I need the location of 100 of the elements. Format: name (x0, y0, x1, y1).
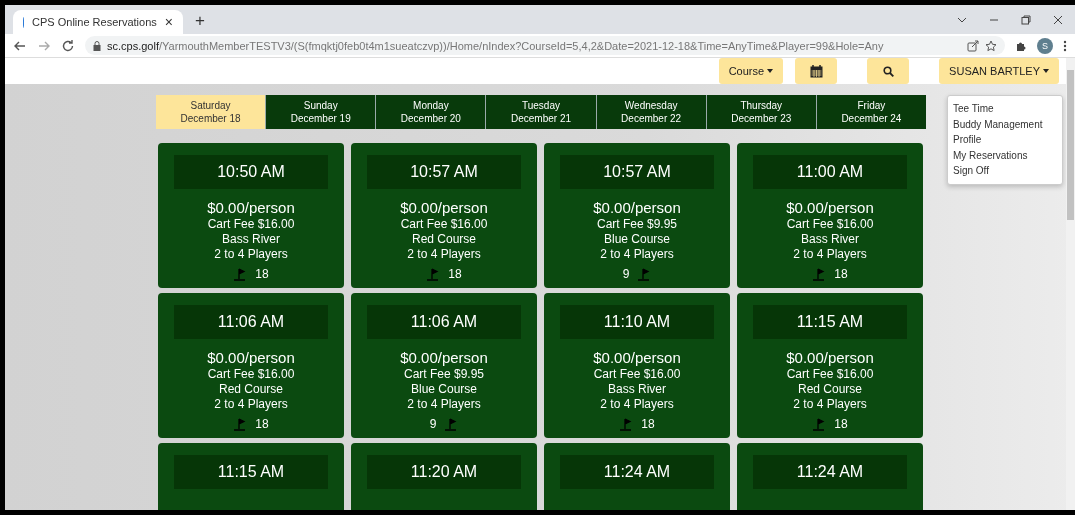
cart-fee: Cart Fee $9.95 (596, 217, 677, 232)
tee-time: 11:06 AM (367, 305, 521, 339)
share-icon[interactable] (967, 39, 979, 52)
tee-time-card[interactable]: 10:50 AM $0.00/person Cart Fee $16.00 Bass River 2 to 4 Players 18 (158, 143, 344, 288)
day-tab[interactable]: Thursday December 23 (706, 95, 817, 129)
golf-flag-icon (619, 417, 634, 431)
price: $0.00/person (593, 349, 681, 367)
golf-flag-icon (637, 267, 652, 281)
players-range: 2 to 4 Players (407, 247, 481, 262)
menu-item[interactable]: Buddy Management (948, 116, 1062, 132)
url-text: sc.cps.golf/YarmouthMemberTESTV3/(S(fmqktj0feb0t4m1sueatczvp))/Home/nIndex?CourseId=5,4,2&Date=2021-12-18&Time=AnyTime&Player=99&Hole=Any (107, 39, 884, 52)
new-tab-button[interactable]: + (195, 11, 205, 31)
cart-fee: Cart Fee $16.00 (207, 367, 295, 382)
restore-icon[interactable] (1021, 14, 1031, 25)
holes-count: 18 (834, 417, 848, 431)
tee-time: 11:15 AM (174, 455, 328, 489)
tee-time-card[interactable]: 10:57 AM $0.00/person Cart Fee $16.00 Red Course 2 to 4 Players 18 (351, 143, 537, 288)
price: $0.00/person (400, 199, 488, 217)
tee-time-card[interactable]: 11:20 AM (351, 443, 537, 510)
players-range: 2 to 4 Players (214, 247, 288, 262)
cart-fee: Cart Fee $16.00 (786, 217, 874, 232)
browser-tab[interactable]: CPS Online Reservations × (13, 10, 183, 34)
course-name: Bass River (608, 382, 666, 397)
user-dropdown[interactable]: SUSAN BARTLEY (939, 58, 1059, 84)
players-range: 2 to 4 Players (793, 397, 867, 412)
more-icon[interactable] (1063, 39, 1067, 52)
tab-title: CPS Online Reservations (32, 16, 157, 28)
calendar-button[interactable] (795, 58, 838, 84)
tee-time-card[interactable]: 11:00 AM $0.00/person Cart Fee $16.00 Bass River 2 to 4 Players 18 (737, 143, 923, 288)
tee-time-card[interactable]: 11:24 AM (544, 443, 730, 510)
tee-time: 10:50 AM (174, 155, 328, 189)
day-tab[interactable]: Tuesday December 21 (486, 95, 597, 129)
tee-time-card[interactable]: 11:15 AM $0.00/person Cart Fee $16.00 Red Course 2 to 4 Players 18 (737, 293, 923, 438)
holes-count: 9 (429, 417, 437, 431)
players-range: 2 to 4 Players (793, 247, 867, 262)
day-tab[interactable]: Sunday December 19 (266, 95, 377, 129)
tee-time: 11:24 AM (753, 455, 907, 489)
golf-flag-icon (233, 417, 248, 431)
holes-count: 18 (641, 417, 655, 431)
course-dropdown[interactable]: Course (718, 58, 784, 84)
tee-time: 11:24 AM (560, 455, 714, 489)
tee-time-card[interactable]: 11:24 AM (737, 443, 923, 510)
price: $0.00/person (400, 349, 488, 367)
cart-fee: Cart Fee $16.00 (593, 367, 681, 382)
search-icon (882, 65, 894, 77)
tee-time: 11:20 AM (367, 455, 521, 489)
tee-time: 11:15 AM (753, 305, 907, 339)
menu-item[interactable]: Sign Off (948, 163, 1062, 179)
players-range: 2 to 4 Players (600, 247, 674, 262)
tee-time-card[interactable]: 11:06 AM $0.00/person Cart Fee $16.00 Red Course 2 to 4 Players 18 (158, 293, 344, 438)
tee-time: 11:00 AM (753, 155, 907, 189)
holes-count: 18 (834, 267, 848, 281)
golf-flag-icon (812, 417, 827, 431)
cart-fee: Cart Fee $9.95 (403, 367, 484, 382)
profile-avatar[interactable]: S (1037, 37, 1053, 54)
tee-time: 10:57 AM (560, 155, 714, 189)
golf-flag-icon (444, 417, 459, 431)
players-range: 2 to 4 Players (407, 397, 481, 412)
tee-time-card[interactable]: 11:10 AM $0.00/person Cart Fee $16.00 Bass River 2 to 4 Players 18 (544, 293, 730, 438)
calendar-icon (809, 64, 823, 78)
tee-time: 10:57 AM (367, 155, 521, 189)
tee-time-card[interactable]: 10:57 AM $0.00/person Cart Fee $9.95 Blue Course 2 to 4 Players 9 (544, 143, 730, 288)
players-range: 2 to 4 Players (600, 397, 674, 412)
holes-count: 9 (622, 267, 630, 281)
course-name: Blue Course (603, 232, 670, 247)
course-name: Red Course (798, 382, 862, 397)
tab-close-button[interactable]: × (164, 14, 173, 30)
star-icon[interactable] (985, 39, 997, 52)
course-name: Bass River (801, 232, 859, 247)
search-button[interactable] (867, 58, 910, 84)
price: $0.00/person (207, 199, 295, 217)
cart-fee: Cart Fee $16.00 (400, 217, 488, 232)
course-name: Red Course (412, 232, 476, 247)
course-name: Red Course (219, 382, 283, 397)
holes-count: 18 (255, 267, 269, 281)
price: $0.00/person (207, 349, 295, 367)
golf-flag-icon (426, 267, 441, 281)
price: $0.00/person (593, 199, 681, 217)
reload-icon[interactable] (61, 38, 75, 53)
golf-flag-icon (812, 267, 827, 281)
day-tab[interactable]: Friday December 24 (816, 95, 926, 129)
menu-item[interactable]: Profile (948, 132, 1062, 148)
course-name: Blue Course (410, 382, 477, 397)
cart-fee: Cart Fee $16.00 (207, 217, 295, 232)
tee-time-card[interactable]: 11:15 AM (158, 443, 344, 510)
lock-icon (93, 40, 101, 51)
scrollbar[interactable] (1066, 58, 1075, 510)
day-tab[interactable]: Saturday December 18 (156, 95, 267, 129)
holes-count: 18 (448, 267, 462, 281)
tee-time: 11:06 AM (174, 305, 328, 339)
menu-item[interactable]: My Reservations (948, 147, 1062, 163)
address-bar[interactable]: sc.cps.golf/YarmouthMemberTESTV3/(S(fmqktj0feb0t4m1sueatczvp))/Home/nIndex?CourseId=5,4,2&Date=2021-12-18&Time=AnyTime&Player=99&Hole=Any (85, 36, 1005, 55)
day-tab[interactable]: Wednesday December 22 (596, 95, 707, 129)
menu-item[interactable]: Tee Time (948, 101, 1062, 117)
tee-time-card[interactable]: 11:06 AM $0.00/person Cart Fee $9.95 Blue Course 2 to 4 Players 9 (351, 293, 537, 438)
price: $0.00/person (786, 349, 874, 367)
day-tab[interactable]: Monday December 20 (376, 95, 487, 129)
close-icon[interactable] (1053, 14, 1063, 25)
tee-time: 11:10 AM (560, 305, 714, 339)
cart-fee: Cart Fee $16.00 (786, 367, 874, 382)
